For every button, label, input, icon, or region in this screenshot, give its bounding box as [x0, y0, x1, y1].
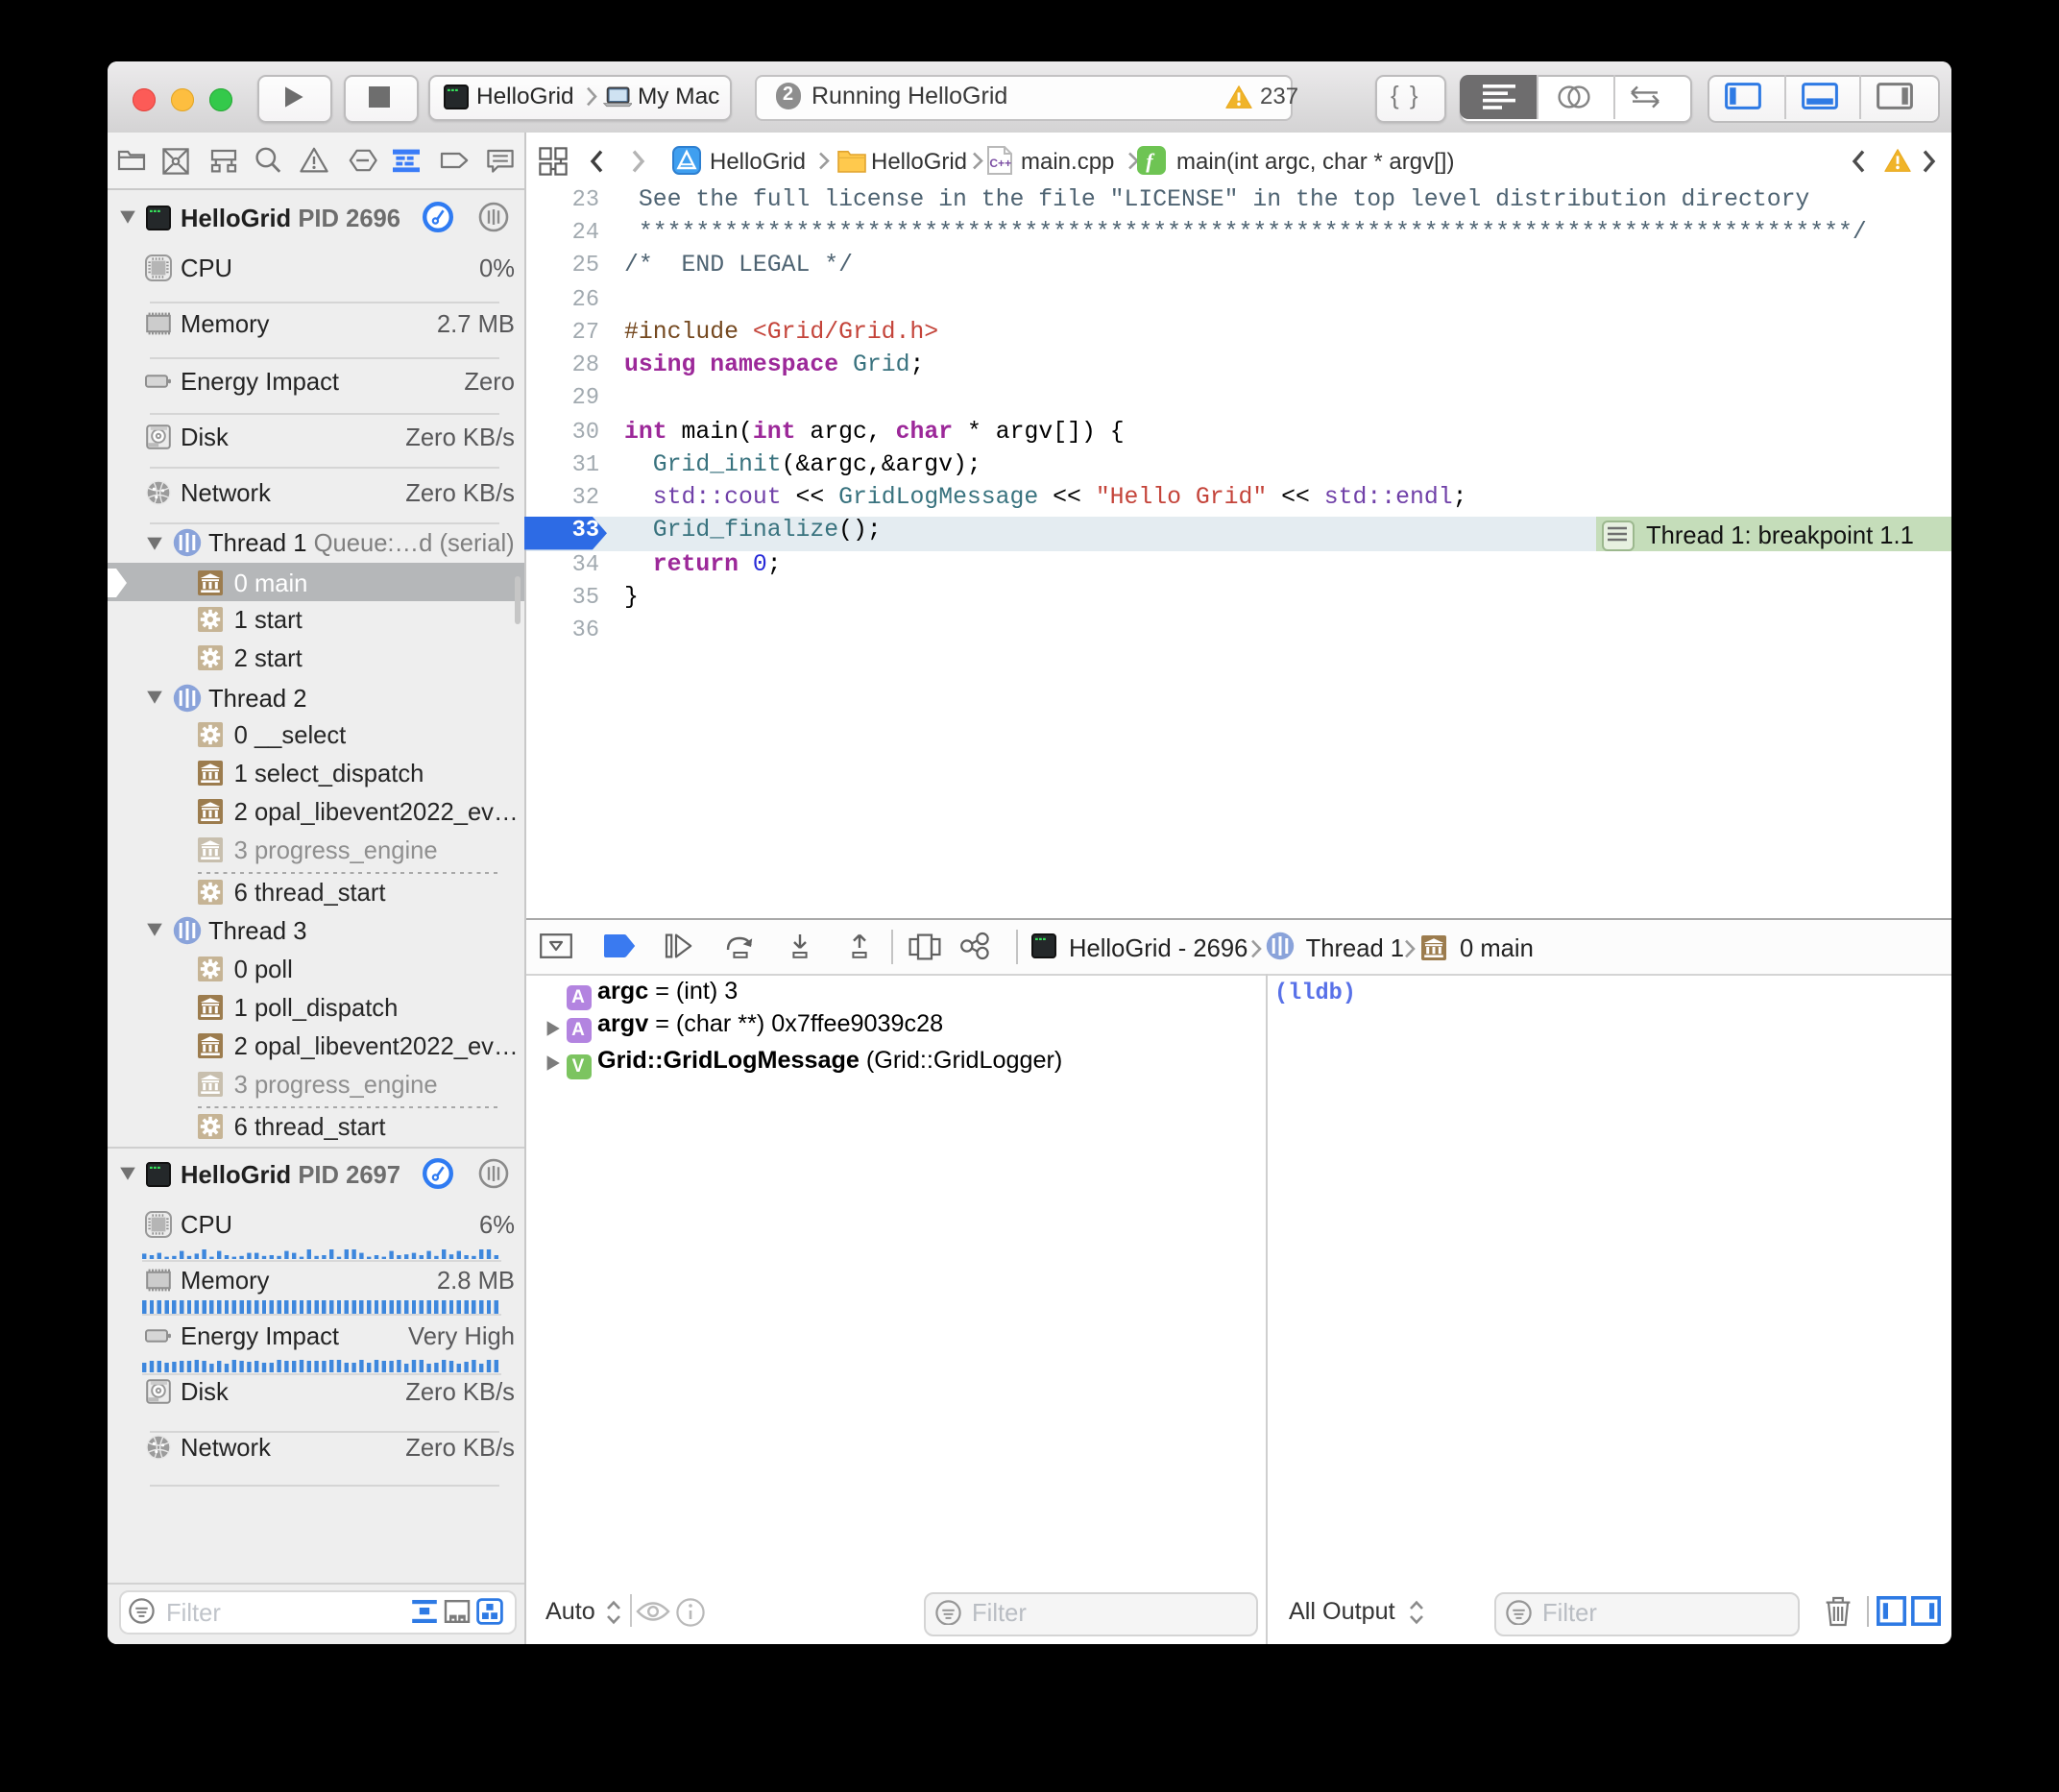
svg-text:C++: C++	[988, 157, 1010, 170]
